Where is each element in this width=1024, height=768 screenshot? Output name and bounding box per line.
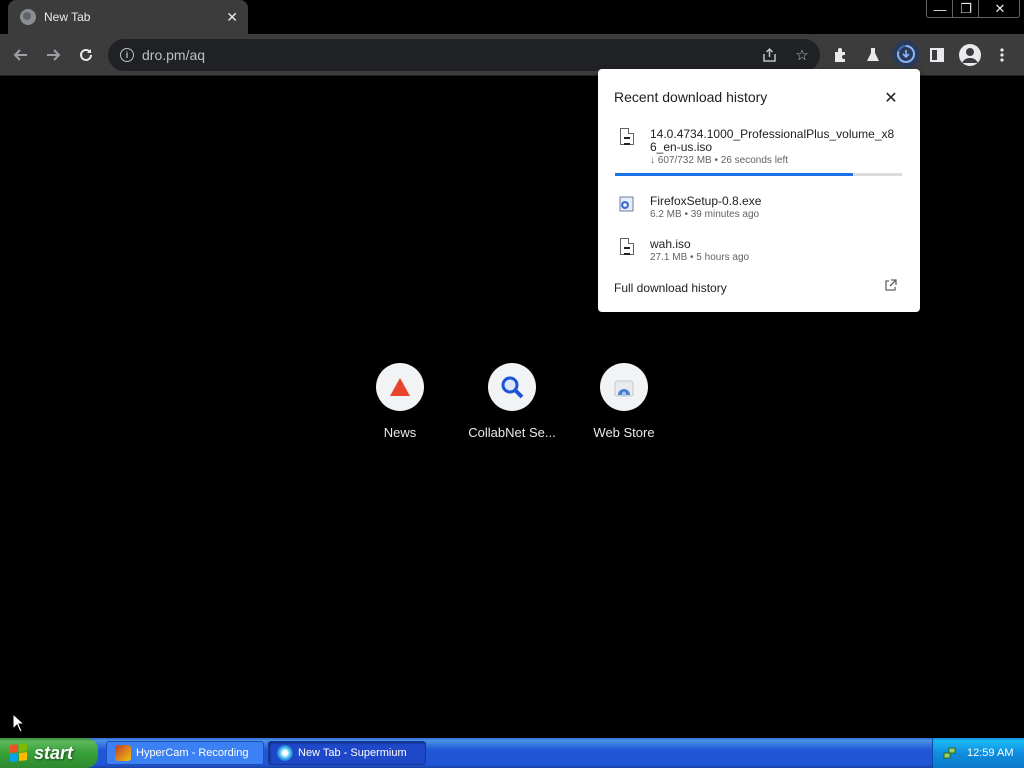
hypercam-icon: [115, 745, 131, 761]
shortcut-tile[interactable]: [376, 363, 424, 411]
taskbar-item-label: New Tab - Supermium: [298, 747, 407, 759]
back-button[interactable]: [6, 40, 36, 70]
share-icon[interactable]: [760, 45, 780, 65]
profile-avatar[interactable]: [959, 44, 981, 66]
download-bubble: Recent download history ✕ 14.0.4734.1000…: [598, 69, 920, 312]
tab-close-icon[interactable]: ✕: [226, 9, 238, 26]
start-label: start: [34, 742, 74, 763]
puzzle-icon: [835, 48, 845, 62]
shortcut-web-store[interactable]: Web Store: [568, 363, 680, 440]
taskbar-item-hypercam[interactable]: HyperCam - Recording: [106, 741, 264, 765]
triangle-icon: [390, 378, 410, 396]
download-bubble-title: Recent download history: [614, 89, 768, 105]
mouse-cursor-icon: [12, 712, 26, 738]
shortcut-tile[interactable]: [488, 363, 536, 411]
download-progress-bar: [615, 173, 902, 176]
reload-button[interactable]: [71, 40, 101, 70]
download-item[interactable]: wah.iso 27.1 MB • 5 hours ago: [598, 238, 920, 268]
person-icon: [962, 48, 978, 63]
close-window-button[interactable]: ✕: [980, 0, 1020, 18]
shortcut-tile[interactable]: [600, 363, 648, 411]
globe-icon: [20, 9, 36, 25]
arrow-left-icon: [13, 49, 27, 61]
open-external-icon[interactable]: [884, 279, 898, 293]
menu-button[interactable]: [987, 40, 1017, 70]
more-vert-icon: [1000, 48, 1004, 62]
file-icon: [620, 238, 634, 255]
reload-icon: [80, 48, 92, 61]
download-filename: 14.0.4734.1000_ProfessionalPlus_volume_x…: [650, 127, 895, 154]
title-bar: New Tab ✕ — ❐ ✕: [0, 0, 1024, 34]
shortcut-label: News: [383, 425, 417, 440]
clock[interactable]: 12:59 AM: [967, 747, 1013, 759]
download-filename: wah.iso: [650, 237, 691, 251]
download-filename: FirefoxSetup-0.8.exe: [650, 194, 762, 208]
download-progress-fill: [615, 173, 854, 176]
shortcut-news[interactable]: News: [344, 363, 456, 440]
url-text[interactable]: dro.pm/aq: [142, 47, 205, 63]
maximize-button[interactable]: ❐: [952, 0, 980, 18]
shortcut-collabnet[interactable]: CollabNet Se...: [456, 363, 568, 440]
download-item[interactable]: 14.0.4734.1000_ProfessionalPlus_volume_x…: [598, 128, 920, 176]
browser-icon: [277, 745, 293, 761]
magnifier-icon: [501, 376, 524, 399]
side-panel-icon: [930, 48, 944, 62]
download-status: ↓ 607/732 MB • 26 seconds left: [650, 155, 789, 166]
site-info-icon[interactable]: i: [120, 48, 134, 62]
start-button[interactable]: start: [0, 738, 98, 768]
download-item[interactable]: FirefoxSetup-0.8.exe 6.2 MB • 39 minutes…: [598, 195, 920, 225]
full-download-history-link[interactable]: Full download history: [614, 281, 727, 295]
taskbar: start HyperCam - Recording New Tab - Sup…: [0, 738, 1024, 768]
network-icon[interactable]: [943, 746, 957, 760]
side-panel-button[interactable]: [922, 40, 952, 70]
address-bar[interactable]: i dro.pm/aq ☆: [108, 39, 820, 71]
windows-logo-icon: [10, 743, 28, 763]
flask-icon: [867, 48, 879, 61]
labs-button[interactable]: [858, 40, 888, 70]
download-button[interactable]: [892, 40, 920, 68]
taskbar-item-label: HyperCam - Recording: [136, 747, 249, 759]
download-status: 6.2 MB • 39 minutes ago: [650, 209, 760, 220]
extensions-button[interactable]: [826, 40, 856, 70]
bookmark-star-icon[interactable]: ☆: [792, 45, 812, 65]
system-tray: 12:59 AM: [932, 738, 1024, 768]
download-progress-icon: [897, 45, 915, 63]
taskbar-item-browser[interactable]: New Tab - Supermium: [268, 741, 426, 765]
shortcut-label: CollabNet Se...: [468, 425, 556, 440]
arrow-right-icon: [47, 49, 61, 61]
download-status: 27.1 MB • 5 hours ago: [650, 252, 750, 263]
installer-icon: [618, 195, 636, 218]
file-icon: [620, 128, 634, 145]
tab-title: New Tab: [44, 10, 91, 24]
minimize-button[interactable]: —: [926, 0, 954, 18]
tab-new-tab[interactable]: New Tab ✕: [8, 0, 248, 34]
webstore-icon: [614, 380, 634, 397]
close-icon[interactable]: ✕: [882, 89, 900, 107]
shortcut-label: Web Store: [593, 425, 655, 440]
forward-button[interactable]: [38, 40, 68, 70]
